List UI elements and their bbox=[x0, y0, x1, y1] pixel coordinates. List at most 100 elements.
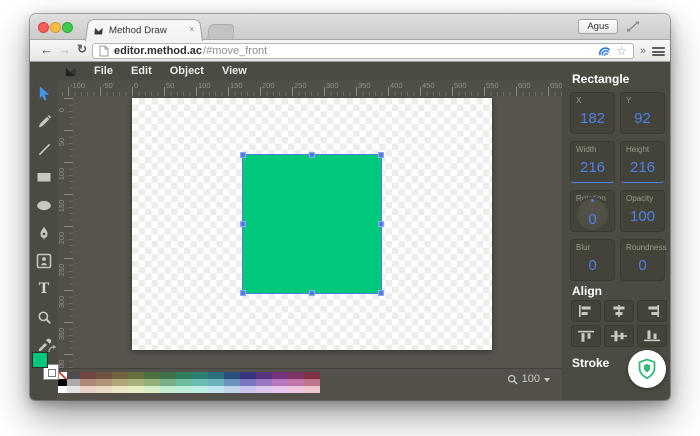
reload-button[interactable]: ↻ bbox=[77, 42, 87, 56]
palette-swatch[interactable] bbox=[304, 379, 320, 386]
palette-swatch[interactable] bbox=[96, 386, 112, 393]
palette-swatch[interactable] bbox=[80, 386, 96, 393]
palette-swatch[interactable] bbox=[192, 386, 208, 393]
field-width[interactable]: Width 216 bbox=[570, 141, 615, 183]
align-left-button[interactable] bbox=[571, 300, 601, 322]
palette-swatch[interactable] bbox=[272, 372, 288, 379]
palette-swatch[interactable] bbox=[240, 386, 256, 393]
palette-swatch[interactable] bbox=[112, 372, 128, 379]
selection-handle-se[interactable] bbox=[378, 290, 384, 296]
menu-file[interactable]: File bbox=[85, 65, 122, 77]
shape-library-tool[interactable] bbox=[35, 252, 53, 270]
palette-swatch[interactable] bbox=[160, 379, 176, 386]
palette-swatch[interactable] bbox=[176, 386, 192, 393]
field-roundness[interactable]: Roundness 0 bbox=[620, 239, 665, 281]
palette-swatch[interactable] bbox=[144, 386, 160, 393]
field-y[interactable]: Y 92 bbox=[620, 92, 665, 134]
selection-handle-n[interactable] bbox=[309, 152, 315, 158]
tab-close-icon[interactable]: × bbox=[189, 26, 196, 35]
palette-swatch[interactable] bbox=[67, 386, 80, 393]
palette-swatch[interactable] bbox=[96, 372, 112, 379]
workspace[interactable] bbox=[73, 96, 562, 368]
palette-swatch[interactable] bbox=[208, 386, 224, 393]
extensions-overflow-icon[interactable]: » bbox=[640, 45, 646, 57]
palette-swatch[interactable] bbox=[80, 372, 96, 379]
method-draw-logo[interactable] bbox=[64, 65, 77, 78]
window-zoom-button[interactable] bbox=[62, 22, 73, 33]
palette-swatch[interactable] bbox=[272, 379, 288, 386]
menu-edit[interactable]: Edit bbox=[122, 65, 161, 77]
selection-handle-nw[interactable] bbox=[240, 152, 246, 158]
align-top-button[interactable] bbox=[571, 325, 601, 347]
palette-swatch[interactable] bbox=[67, 372, 80, 379]
rectangle-tool[interactable] bbox=[35, 168, 53, 186]
palette-swatch[interactable] bbox=[144, 379, 160, 386]
forward-button[interactable]: → bbox=[58, 42, 71, 57]
new-tab-button[interactable] bbox=[207, 24, 235, 39]
menu-view[interactable]: View bbox=[213, 65, 256, 77]
field-height[interactable]: Height 216 bbox=[620, 141, 665, 183]
palette-swatch[interactable] bbox=[272, 386, 288, 393]
palette-swatch[interactable] bbox=[144, 372, 160, 379]
align-bottom-button[interactable] bbox=[637, 325, 667, 347]
swap-colors-icon[interactable] bbox=[48, 345, 57, 353]
palette-swatch[interactable] bbox=[80, 379, 96, 386]
zoom-tool[interactable] bbox=[35, 308, 53, 326]
palette-swatch[interactable] bbox=[224, 372, 240, 379]
back-button[interactable]: ← bbox=[40, 42, 53, 57]
palette-swatch[interactable] bbox=[224, 379, 240, 386]
rotation-dial[interactable]: 0 bbox=[576, 197, 609, 230]
palette-swatch[interactable] bbox=[58, 372, 67, 379]
palette-swatch[interactable] bbox=[288, 372, 304, 379]
text-tool[interactable]: T bbox=[35, 280, 53, 298]
palette-swatch[interactable] bbox=[160, 386, 176, 393]
palette-swatch[interactable] bbox=[112, 386, 128, 393]
palette-swatch[interactable] bbox=[128, 372, 144, 379]
field-rotation[interactable]: Rotation 0 bbox=[570, 190, 615, 232]
browser-tab[interactable]: Method Draw × bbox=[85, 19, 203, 41]
palette-swatch[interactable] bbox=[256, 386, 272, 393]
palette-swatch[interactable] bbox=[256, 372, 272, 379]
align-right-button[interactable] bbox=[637, 300, 667, 322]
browser-menu-icon[interactable] bbox=[652, 47, 665, 56]
address-bar[interactable]: editor.method.ac /#move_front ☆ bbox=[92, 43, 634, 59]
bookmark-star-icon[interactable]: ☆ bbox=[616, 45, 627, 57]
selection-handle-w[interactable] bbox=[240, 221, 246, 227]
fill-color-swatch[interactable] bbox=[32, 352, 48, 368]
selected-rectangle[interactable] bbox=[243, 155, 381, 293]
extension-shield-badge[interactable] bbox=[628, 350, 666, 388]
profile-button[interactable]: Agus bbox=[578, 19, 618, 34]
palette-swatch[interactable] bbox=[112, 379, 128, 386]
palette-swatch[interactable] bbox=[240, 372, 256, 379]
select-tool[interactable] bbox=[35, 84, 53, 102]
selection-handle-ne[interactable] bbox=[378, 152, 384, 158]
svg-canvas[interactable] bbox=[132, 98, 492, 350]
align-center-horizontal-button[interactable] bbox=[604, 300, 634, 322]
fullscreen-expand-icon[interactable] bbox=[626, 20, 640, 33]
field-opacity[interactable]: Opacity 100 bbox=[620, 190, 665, 232]
palette-swatch[interactable] bbox=[304, 372, 320, 379]
path-tool[interactable] bbox=[35, 224, 53, 242]
palette-swatch[interactable] bbox=[192, 379, 208, 386]
pencil-tool[interactable] bbox=[35, 112, 53, 130]
palette-swatch[interactable] bbox=[192, 372, 208, 379]
palette-swatch[interactable] bbox=[128, 386, 144, 393]
palette-swatch[interactable] bbox=[224, 386, 240, 393]
zoom-value[interactable]: 100 bbox=[522, 373, 540, 385]
selection-handle-sw[interactable] bbox=[240, 290, 246, 296]
window-close-button[interactable] bbox=[38, 22, 49, 33]
zoom-control[interactable]: 100 bbox=[507, 373, 550, 385]
field-blur[interactable]: Blur 0 bbox=[570, 239, 615, 281]
palette-swatch[interactable] bbox=[208, 372, 224, 379]
palette-swatch[interactable] bbox=[288, 386, 304, 393]
menu-object[interactable]: Object bbox=[161, 65, 213, 77]
ellipse-tool[interactable] bbox=[35, 196, 53, 214]
window-minimize-button[interactable] bbox=[50, 22, 61, 33]
palette-swatch[interactable] bbox=[288, 379, 304, 386]
palette-swatch[interactable] bbox=[128, 379, 144, 386]
palette-swatch[interactable] bbox=[256, 379, 272, 386]
extension-swirl-icon[interactable] bbox=[598, 45, 611, 58]
palette-swatch[interactable] bbox=[208, 379, 224, 386]
selection-handle-e[interactable] bbox=[378, 221, 384, 227]
palette-swatch[interactable] bbox=[67, 379, 80, 386]
